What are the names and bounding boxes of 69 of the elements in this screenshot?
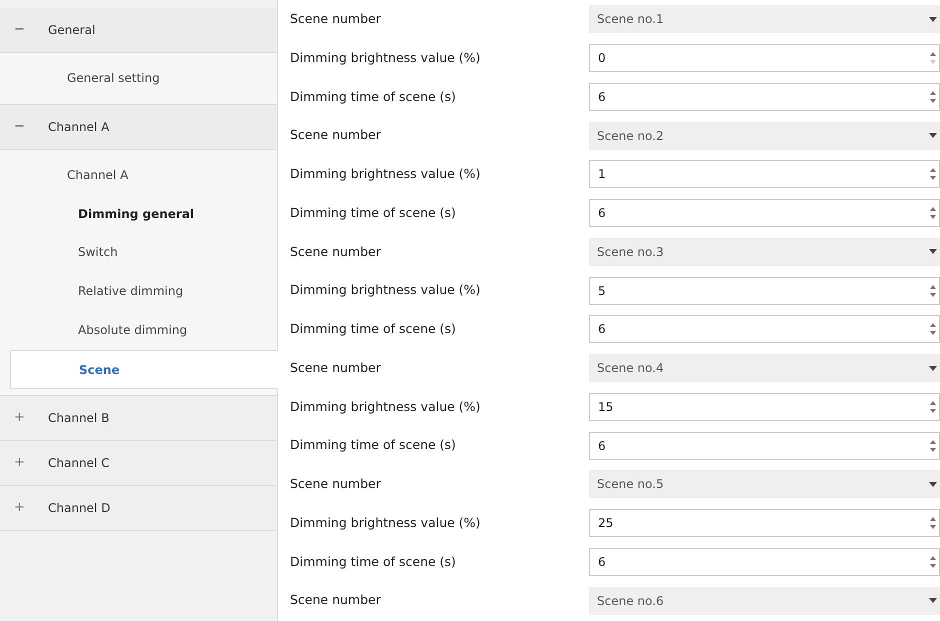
caret-icon <box>929 249 937 254</box>
dropdown[interactable]: Scene no.1 <box>589 5 940 34</box>
number-field[interactable]: 6 <box>589 199 940 228</box>
spinner-icon[interactable] <box>930 206 936 220</box>
expander-icon[interactable]: + <box>14 408 48 428</box>
group-label: Channel A <box>48 118 110 136</box>
dropdown[interactable]: Scene no.5 <box>589 470 940 498</box>
number-field[interactable]: 15 <box>589 392 940 421</box>
spinner-icon[interactable] <box>930 554 936 569</box>
parameter-label: Dimming time of scene (s) <box>290 88 457 106</box>
sidebar-item[interactable]: Switch <box>10 233 277 272</box>
parameter-label: Scene number <box>290 126 382 144</box>
sidebar-item[interactable]: Relative dimming <box>10 272 277 311</box>
number-field[interactable]: 6 <box>589 82 940 111</box>
expander-icon[interactable]: − <box>14 117 48 137</box>
spinner-icon[interactable] <box>930 438 936 453</box>
dropdown[interactable]: Scene no.2 <box>589 122 940 150</box>
parameter-label: Scene number <box>290 591 382 610</box>
number-field[interactable]: 5 <box>589 276 940 305</box>
expander-icon[interactable]: − <box>14 20 48 40</box>
parameter-label: Scene number <box>290 242 382 260</box>
parameter-label: Dimming brightness value (%) <box>290 514 482 532</box>
group-header[interactable]: − General <box>0 8 277 53</box>
parameter-label: Dimming brightness value (%) <box>290 398 482 416</box>
sidebar-item[interactable]: Absolute dimming <box>10 310 277 350</box>
caret-icon <box>929 482 937 487</box>
group-header[interactable]: − Channel A <box>0 104 277 150</box>
group-header[interactable]: + Channel B <box>0 396 277 441</box>
parameter-label: Dimming time of scene (s) <box>290 436 457 454</box>
parameter-label: Scene number <box>290 475 382 493</box>
number-field[interactable]: 6 <box>589 548 940 576</box>
parameter-label: Dimming time of scene (s) <box>290 552 457 571</box>
caret-icon <box>929 598 937 604</box>
number-field[interactable]: 1 <box>589 160 940 188</box>
parameter-label: Dimming time of scene (s) <box>290 204 457 222</box>
caret-icon <box>929 16 937 22</box>
dropdown[interactable]: Scene no.3 <box>589 238 940 266</box>
spinner-icon[interactable] <box>930 284 936 298</box>
spinner-icon[interactable] <box>930 322 936 336</box>
group-label: Channel B <box>48 410 110 427</box>
spinner-icon[interactable] <box>930 167 936 182</box>
dropdown[interactable]: Scene no.4 <box>589 354 940 382</box>
sidebar-item[interactable]: Dimming general <box>10 194 277 234</box>
group-header[interactable]: + Channel C <box>0 440 277 486</box>
parameter-label: Dimming time of scene (s) <box>290 320 457 338</box>
sidebar-item[interactable]: Channel A <box>10 156 277 195</box>
parameter-label: Dimming brightness value (%) <box>290 48 482 67</box>
spinner-icon[interactable] <box>930 516 936 530</box>
caret-icon <box>929 366 937 371</box>
group-label: Channel D <box>48 500 110 517</box>
parameter-label: Scene number <box>290 358 382 377</box>
expander-icon[interactable]: + <box>14 498 48 518</box>
parameter-label: Dimming brightness value (%) <box>290 281 482 300</box>
group-label: General <box>48 22 96 39</box>
number-field[interactable]: 6 <box>589 315 940 344</box>
dropdown[interactable]: Scene no.6 <box>589 586 940 615</box>
number-field[interactable]: 25 <box>589 509 940 538</box>
parameter-label: Dimming brightness value (%) <box>290 165 482 183</box>
number-field[interactable]: 0 <box>589 44 940 72</box>
sidebar-item[interactable]: Scene <box>10 350 278 389</box>
spinner-icon[interactable] <box>930 51 936 66</box>
group-header[interactable]: + Channel D <box>0 486 277 531</box>
expander-icon[interactable]: + <box>14 452 48 472</box>
caret-icon <box>929 133 937 138</box>
number-field[interactable]: 6 <box>589 432 940 460</box>
spinner-icon[interactable] <box>930 90 936 104</box>
parameter-label: Scene number <box>290 10 382 28</box>
group-label: Channel C <box>48 454 110 472</box>
spinner-icon[interactable] <box>930 400 936 414</box>
